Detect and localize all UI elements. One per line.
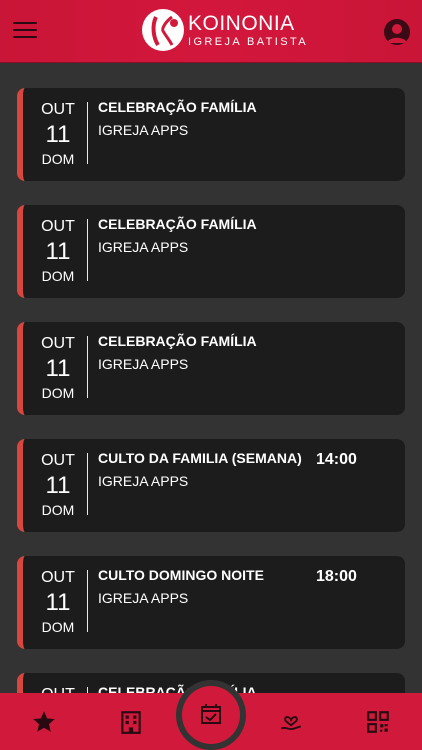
event-title: CULTO DOMINGO NOITE <box>98 567 264 583</box>
event-day: 11 <box>45 238 71 265</box>
event-month: OUT <box>41 569 75 586</box>
koinonia-logo: KOINONIA IGREJA BATISTA <box>142 8 308 52</box>
event-month: OUT <box>41 218 75 235</box>
event-weekday: DOM <box>41 268 75 284</box>
event-title: CELEBRAÇÃO FAMÍLIA <box>98 99 257 115</box>
hamburger-menu-icon[interactable] <box>13 22 37 40</box>
center-calendar-button[interactable] <box>176 680 246 750</box>
event-title: CELEBRAÇÃO FAMÍLIA <box>98 333 257 349</box>
event-date: OUT 11 DOM <box>33 100 83 168</box>
event-organizer: IGREJA APPS <box>98 590 189 606</box>
event-weekday: DOM <box>41 502 75 518</box>
event-card[interactable]: OUT 11 DOM CELEBRAÇÃO FAMÍLIA IGREJA APP… <box>17 88 405 181</box>
event-organizer: IGREJA APPS <box>98 122 189 138</box>
event-weekday: DOM <box>41 619 75 635</box>
logo-subtitle: IGREJA BATISTA <box>188 35 308 48</box>
event-month: OUT <box>41 335 75 352</box>
event-card[interactable]: OUT 11 DOM CULTO DA FAMILIA (SEMANA) IGR… <box>17 439 405 532</box>
event-card[interactable]: OUT 11 DOM CELEBRAÇÃO FAMÍLIA IGREJA APP… <box>17 322 405 415</box>
event-date: OUT <box>33 685 83 693</box>
event-card[interactable]: OUT 11 DOM CULTO DOMINGO NOITE IGREJA AP… <box>17 556 405 649</box>
event-organizer: IGREJA APPS <box>98 239 189 255</box>
event-date: OUT 11 DOM <box>33 334 83 402</box>
date-divider <box>87 570 88 632</box>
event-weekday: DOM <box>41 385 75 401</box>
event-list: OUT 11 DOM CELEBRAÇÃO FAMÍLIA IGREJA APP… <box>0 63 422 693</box>
logo-title: KOINONIA <box>188 11 295 35</box>
event-date: OUT 11 DOM <box>33 217 83 285</box>
event-weekday: DOM <box>41 151 75 167</box>
event-title: CELEBRAÇÃO FAMÍLIA <box>98 216 257 232</box>
building-icon[interactable] <box>118 709 144 735</box>
hand-heart-icon[interactable] <box>278 709 304 735</box>
event-organizer: IGREJA APPS <box>98 356 189 372</box>
event-title: CULTO DA FAMILIA (SEMANA) <box>98 450 302 466</box>
user-avatar-icon[interactable] <box>384 19 410 45</box>
event-day: 11 <box>45 355 71 382</box>
event-date: OUT 11 DOM <box>33 451 83 519</box>
date-divider <box>87 336 88 398</box>
event-day: 11 <box>45 472 71 499</box>
event-card[interactable]: OUT 11 DOM CELEBRAÇÃO FAMÍLIA IGREJA APP… <box>17 205 405 298</box>
event-day: 11 <box>45 589 71 616</box>
event-month: OUT <box>41 452 75 469</box>
event-day: 11 <box>45 121 71 148</box>
event-date: OUT 11 DOM <box>33 568 83 636</box>
app-header: KOINONIA IGREJA BATISTA <box>0 0 422 63</box>
qr-code-icon[interactable] <box>365 709 391 735</box>
calendar-check-icon <box>201 704 221 724</box>
star-icon[interactable] <box>31 709 57 735</box>
event-time: 18:00 <box>316 568 357 585</box>
event-organizer: IGREJA APPS <box>98 473 189 489</box>
event-month: OUT <box>33 685 83 693</box>
logo-mark-icon <box>142 9 184 51</box>
date-divider <box>87 102 88 164</box>
event-time: 14:00 <box>316 451 357 468</box>
date-divider <box>87 219 88 281</box>
date-divider <box>87 453 88 515</box>
event-month: OUT <box>41 101 75 118</box>
